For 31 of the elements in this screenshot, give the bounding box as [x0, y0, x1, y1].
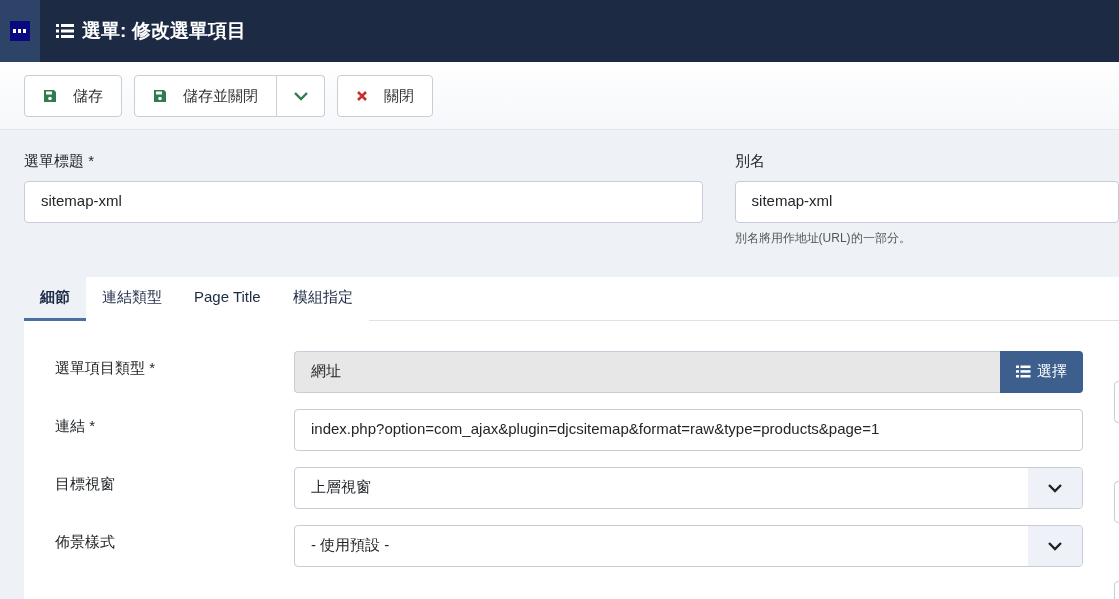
caret-icon	[292, 91, 309, 101]
save-icon	[43, 89, 57, 103]
select-field[interactable]: 上層視窗	[294, 466, 1083, 509]
select-button[interactable]: 選擇	[1000, 350, 1083, 393]
tab[interactable]: 細節	[24, 276, 86, 321]
input-field[interactable]: index.php?option=com_ajax&plugin=djcsitemap&format=raw&type=products&page=1	[294, 408, 1083, 451]
select-value: - 使用預設 -	[311, 535, 391, 556]
field-label: 佈景樣式	[55, 531, 116, 552]
input-field[interactable]: sitemap-xml	[734, 180, 1119, 223]
page-title: 選單: 修改選單項目	[82, 18, 246, 43]
caret-icon	[1047, 482, 1063, 493]
field-label: 連結 *	[55, 415, 96, 436]
save-icon	[153, 89, 167, 103]
field-label: 別名	[734, 151, 766, 171]
close-icon	[356, 90, 368, 102]
select-field[interactable]: - 使用預設 -	[294, 524, 1083, 567]
close-button[interactable]: 關閉	[337, 75, 433, 117]
logo-icon[interactable]	[10, 21, 30, 41]
list-icon	[56, 23, 74, 39]
field-label: 目標視窗	[55, 473, 116, 494]
select-value: 上層視窗	[311, 477, 372, 498]
field-label: 選單項目類型 *	[55, 357, 156, 378]
help-text: 別名將用作地址(URL)的一部分。	[734, 229, 912, 247]
list-icon	[1016, 365, 1031, 378]
dropdown-toggle[interactable]	[277, 75, 325, 117]
save-button[interactable]: 儲存	[24, 75, 122, 117]
save-button[interactable]: 儲存並關閉	[134, 75, 277, 117]
readonly-field: 網址	[294, 350, 1000, 393]
field-label: 選單標題 *	[24, 151, 95, 171]
input-field[interactable]: sitemap-xml	[24, 180, 703, 223]
caret-icon	[1047, 540, 1063, 551]
